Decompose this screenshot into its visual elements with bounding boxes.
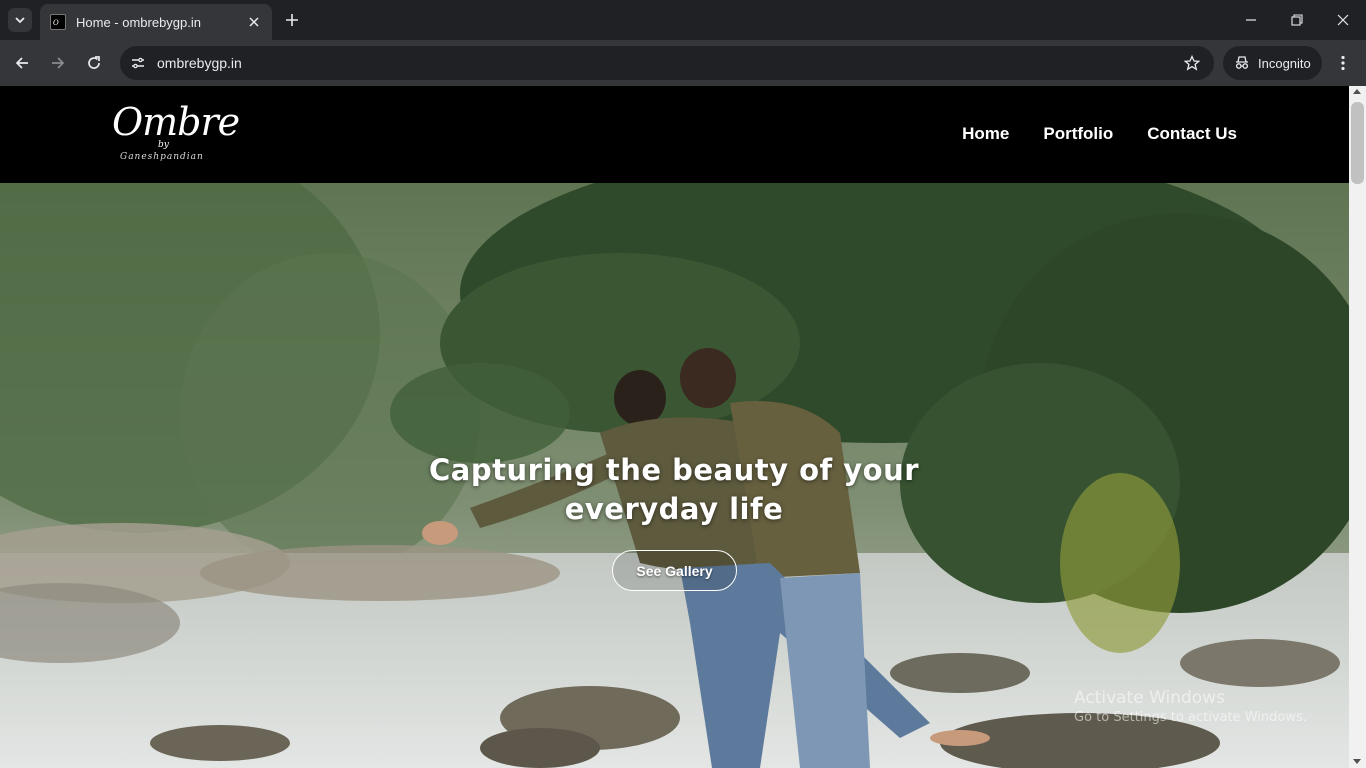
watermark-line-1: Activate Windows [1074,688,1225,708]
scroll-up-arrow-icon[interactable] [1353,89,1361,94]
windows-activation-watermark: Activate Windows Go to Settings to activ… [1074,688,1307,725]
close-icon [249,17,259,27]
site-info-icon [132,57,144,69]
new-tab-button[interactable] [282,10,302,30]
incognito-indicator[interactable]: Incognito [1223,46,1322,80]
watermark-line-2: Go to Settings to activate Windows. [1074,710,1307,725]
incognito-icon [1235,56,1249,69]
incognito-label: Incognito [1258,55,1311,71]
reload-button[interactable] [82,51,106,75]
browser-menu-button[interactable] [1335,53,1351,73]
bookmark-button[interactable] [1182,53,1202,73]
nav-portfolio[interactable]: Portfolio [1043,124,1113,144]
minimize-button[interactable] [1239,8,1263,32]
window-close-icon [1337,14,1349,26]
address-bar[interactable]: ombrebygp.in [120,46,1214,80]
reload-icon [88,56,100,69]
back-icon [15,57,28,69]
tab-close-button[interactable] [246,14,262,30]
forward-button[interactable] [46,51,70,75]
browser-tab[interactable]: O Home - ombrebygp.in [40,4,272,40]
logo-subtitle: Ganeshpandian [120,152,204,162]
back-button[interactable] [10,51,34,75]
tab-title: Home - ombrebygp.in [76,14,201,30]
site-header: Ombre by Ganeshpandian Home Portfolio Co… [0,86,1349,183]
restore-button[interactable] [1285,8,1309,32]
site-info-button[interactable] [126,51,150,75]
nav-contact-us[interactable]: Contact Us [1147,124,1237,144]
hero-section: Capturing the beauty of your everyday li… [0,183,1349,768]
logo-wordmark: Ombre [112,100,240,144]
see-gallery-button[interactable]: See Gallery [612,550,737,591]
scroll-down-arrow-icon[interactable] [1353,759,1361,764]
kebab-menu-icon [1341,55,1345,71]
bookmark-star-icon [1184,55,1200,71]
site-logo[interactable]: Ombre by Ganeshpandian [112,100,240,168]
tab-list-icon [15,17,25,24]
browser-toolbar: ombrebygp.in Incognito [0,40,1366,86]
main-nav: Home Portfolio Contact Us [962,124,1237,144]
svg-text:O: O [53,19,59,27]
vertical-scrollbar[interactable] [1349,86,1366,768]
tab-strip: O Home - ombrebygp.in [0,0,1366,40]
forward-icon [52,57,65,69]
window-close-button[interactable] [1331,8,1355,32]
plus-icon [286,14,298,26]
page-viewport: Ombre by Ganeshpandian Home Portfolio Co… [0,86,1366,768]
tab-list-button[interactable] [8,8,32,32]
restore-icon [1291,14,1303,26]
hero-title: Capturing the beauty of your everyday li… [428,453,920,526]
minimize-icon [1246,19,1256,21]
url-text: ombrebygp.in [157,55,242,71]
logo-by: by [158,140,169,150]
scroll-thumb[interactable] [1351,102,1364,184]
favicon-icon: O [50,14,66,30]
nav-home[interactable]: Home [962,124,1009,144]
